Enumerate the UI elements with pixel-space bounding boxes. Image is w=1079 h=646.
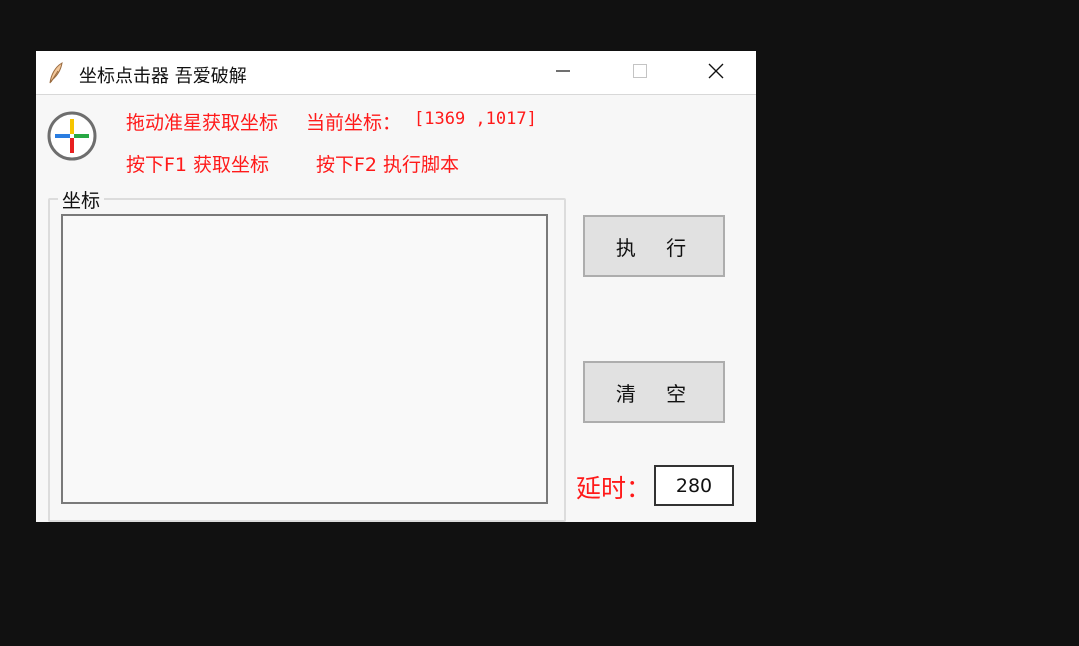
app-window: 坐标点击器 吾爱破解 拖动准星获取坐标 当前坐标： [1369 ,1017] 按… — [36, 51, 756, 522]
drag-hint-label: 拖动准星获取坐标 — [126, 112, 279, 134]
feather-pen-icon — [46, 61, 66, 85]
window-title: 坐标点击器 吾爱破解 — [79, 66, 247, 87]
current-coord-label: 当前坐标： — [306, 112, 402, 134]
f1-hint-label: 按下F1 获取坐标 — [126, 154, 270, 176]
maximize-button[interactable] — [605, 51, 675, 94]
delay-input[interactable] — [654, 465, 734, 506]
coords-textarea[interactable] — [61, 214, 548, 504]
minimize-icon — [556, 63, 570, 82]
coords-group-label: 坐标 — [58, 186, 105, 213]
execute-button[interactable]: 执 行 — [583, 215, 725, 277]
title-bar[interactable]: 坐标点击器 吾爱破解 — [36, 51, 756, 95]
current-coord-value: [1369 ,1017] — [414, 109, 537, 129]
f2-hint-label: 按下F2 执行脚本 — [316, 154, 460, 176]
close-icon — [708, 63, 724, 83]
close-button[interactable] — [681, 51, 751, 94]
clear-button[interactable]: 清 空 — [583, 361, 725, 423]
crosshair-icon[interactable] — [46, 110, 98, 162]
minimize-button[interactable] — [528, 51, 598, 94]
delay-label: 延时： — [576, 474, 652, 503]
maximize-icon — [633, 63, 647, 82]
